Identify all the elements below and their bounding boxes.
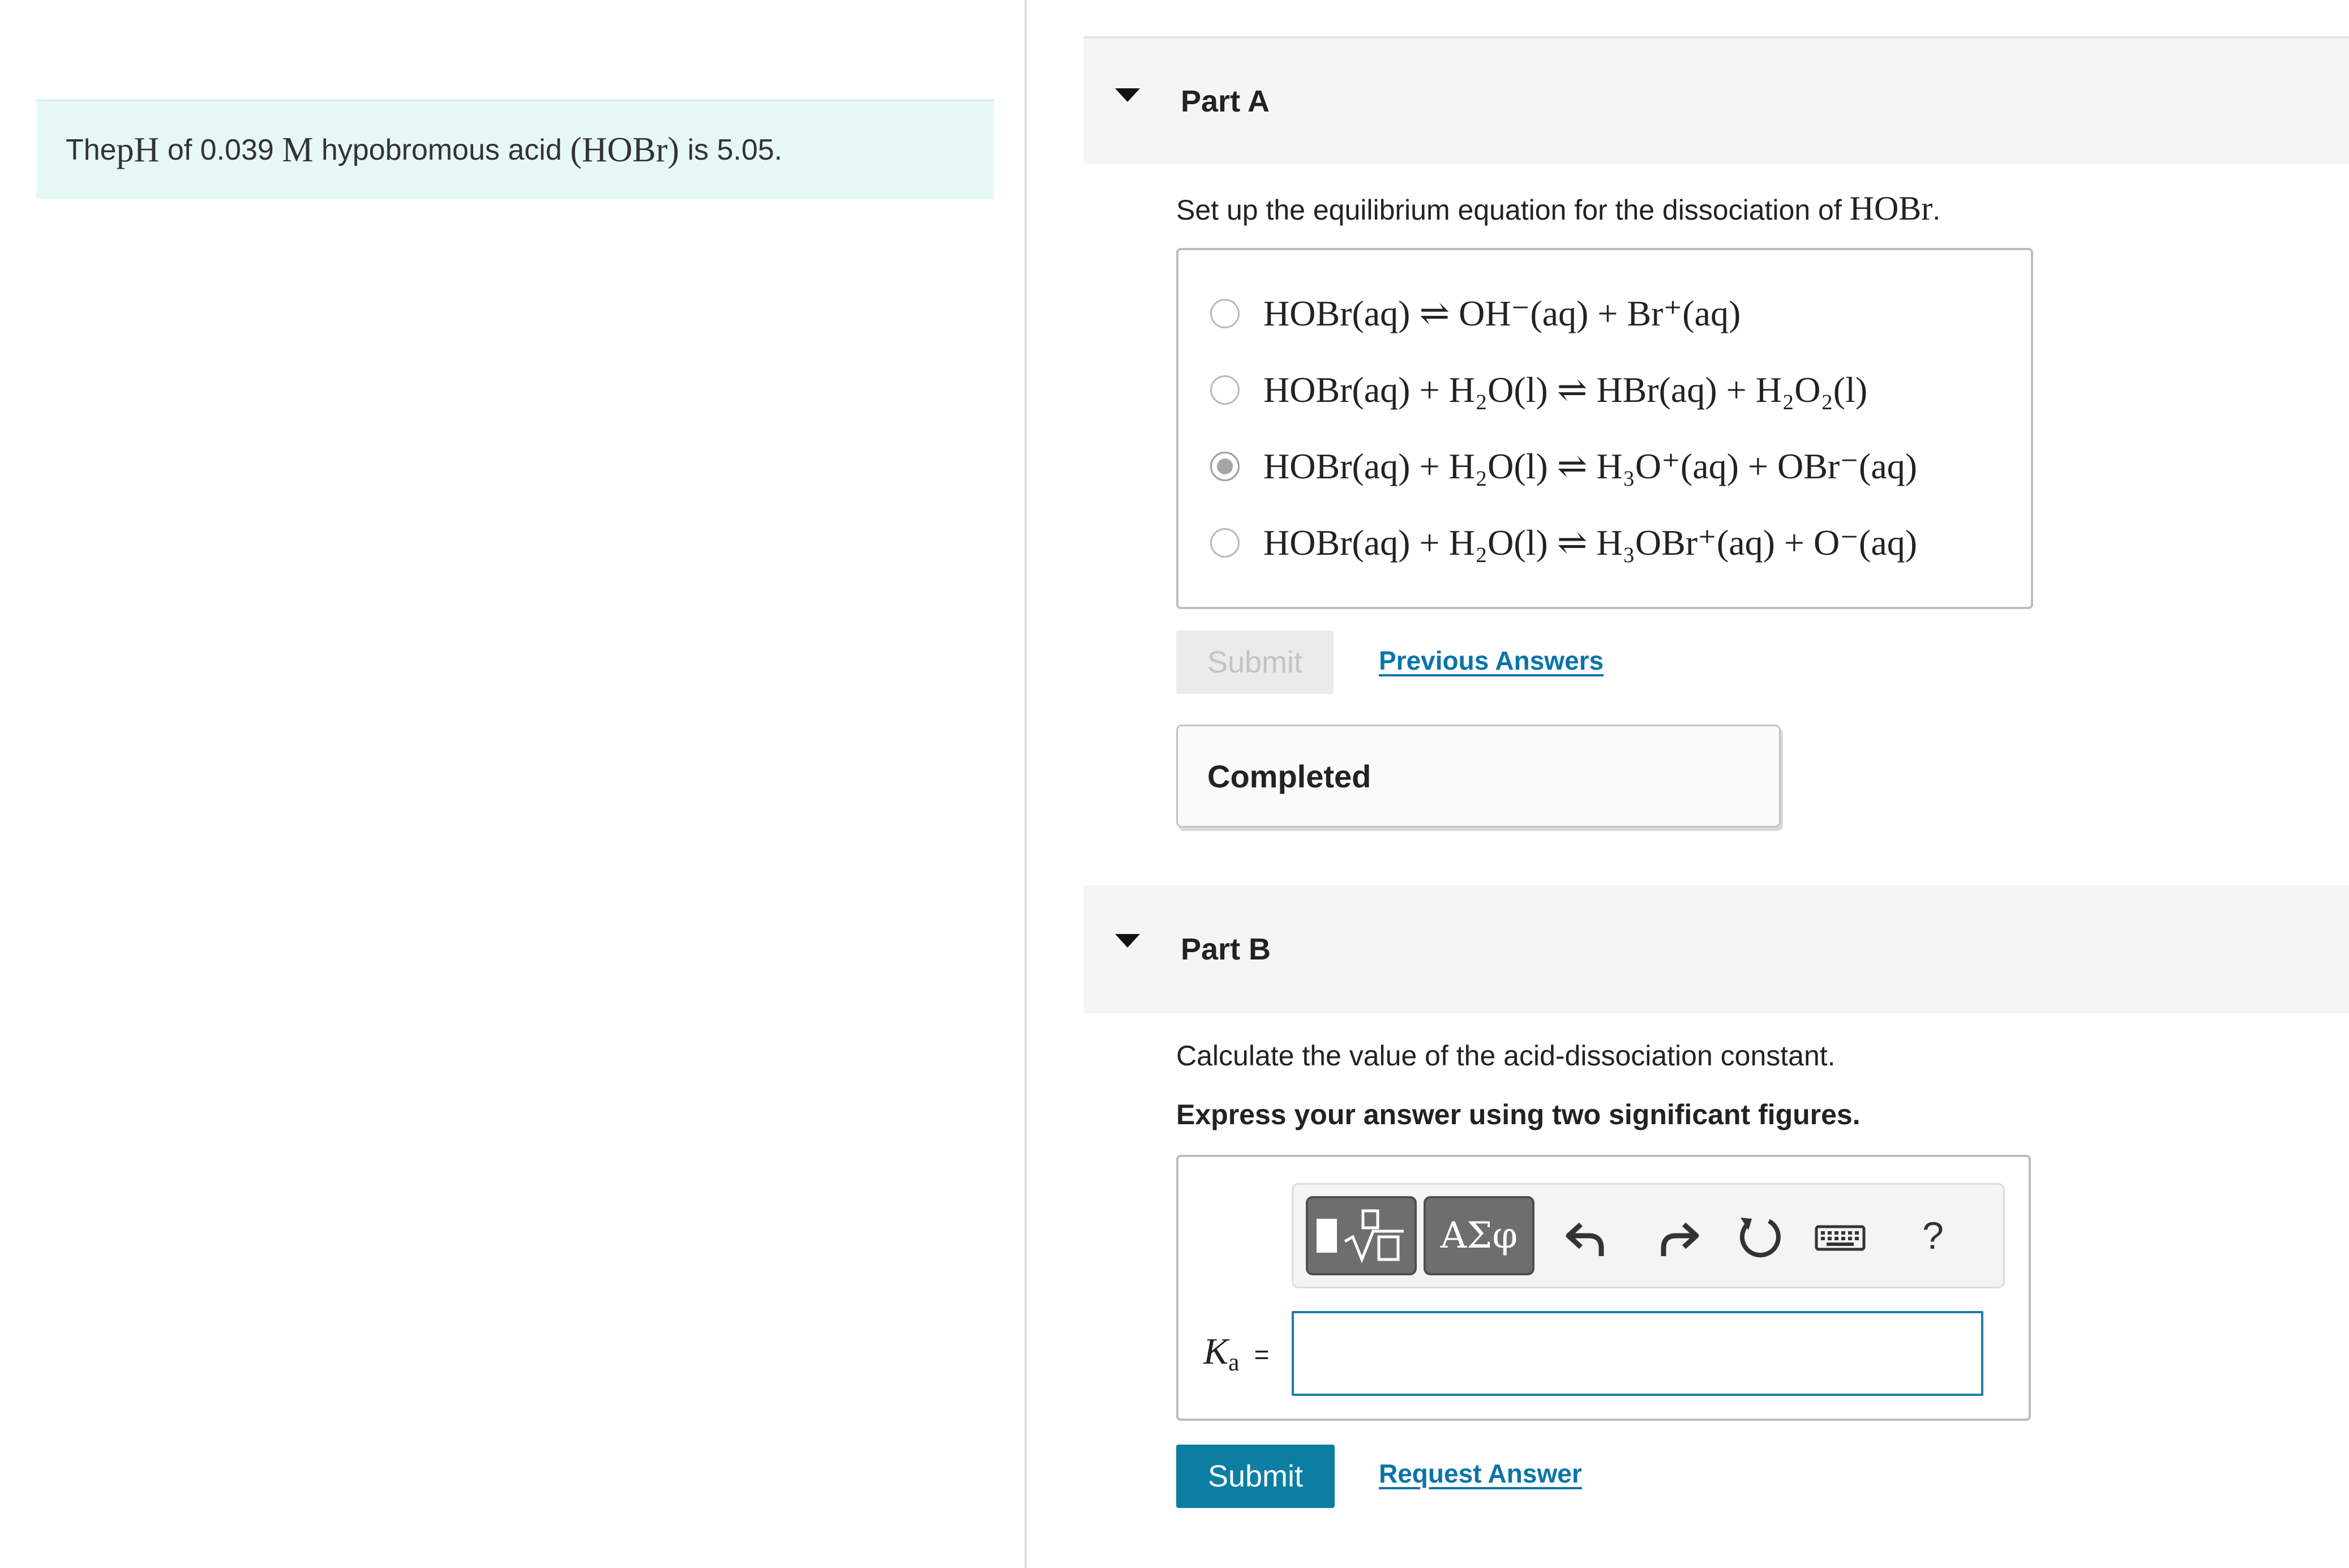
problem-concentration: of 0.039	[159, 134, 282, 166]
problem-value: is 5.05.	[679, 134, 783, 166]
reset-icon[interactable]	[1733, 1210, 1787, 1264]
ka-answer-input[interactable]	[1292, 1311, 1983, 1396]
ph-symbol: pH	[116, 130, 160, 169]
radio-button-selected[interactable]	[1210, 452, 1240, 481]
choice-equation: HOBr(aq) + H₂O(l) ⇌ H₃OBr⁺(aq) + O⁻(aq)	[1263, 522, 1918, 563]
ka-subscript: a	[1228, 1348, 1240, 1376]
caret-down-icon[interactable]	[1115, 934, 1140, 948]
problem-acid-name: hypobromous acid	[313, 134, 571, 166]
ka-label: Ka =	[1203, 1330, 1270, 1376]
pane-divider[interactable]	[1025, 0, 1027, 1568]
keyboard-icon[interactable]	[1813, 1210, 1867, 1264]
part-a-prompt: Set up the equilibrium equation for the …	[1176, 189, 1940, 228]
part-b-title: Part B	[1181, 932, 1271, 966]
ka-symbol: K	[1203, 1331, 1229, 1372]
molar-unit: M	[282, 130, 314, 169]
problem-statement: The pH of 0.039 M hypobromous acid (HOBr…	[36, 100, 994, 199]
choice-equation: HOBr(aq) ⇌ OH⁻(aq) + Br⁺(aq)	[1263, 293, 1741, 333]
choice-option[interactable]: HOBr(aq) ⇌ OH⁻(aq) + Br⁺(aq)	[1210, 291, 1741, 336]
template-icon	[1317, 1209, 1406, 1263]
symbols-button[interactable]: ΑΣφ	[1424, 1196, 1534, 1275]
choice-equation: HOBr(aq) + H₂O(l) ⇌ HBr(aq) + H₂O₂(l)	[1263, 370, 1868, 410]
radio-button[interactable]	[1210, 528, 1240, 558]
choice-option-selected[interactable]: HOBr(aq) + H₂O(l) ⇌ H₃O⁺(aq) + OBr⁻(aq)	[1210, 444, 1917, 489]
request-answer-link[interactable]: Request Answer	[1379, 1458, 1582, 1489]
choices-group: HOBr(aq) ⇌ OH⁻(aq) + Br⁺(aq) HOBr(aq) + …	[1176, 248, 2033, 609]
previous-answers-link[interactable]: Previous Answers	[1379, 645, 1604, 676]
completed-status: Completed	[1176, 725, 1781, 828]
math-toolbar: ΑΣφ ?	[1292, 1183, 2005, 1288]
part-b-prompt: Calculate the value of the acid-dissocia…	[1176, 1040, 1836, 1072]
part-b-instruction: Express your answer using two significan…	[1176, 1099, 1861, 1130]
help-icon[interactable]: ?	[1910, 1207, 1956, 1264]
radio-button[interactable]	[1210, 375, 1240, 405]
choice-option[interactable]: HOBr(aq) + H₂O(l) ⇌ HBr(aq) + H₂O₂(l)	[1210, 367, 1867, 413]
part-a-submit-button[interactable]: Submit	[1176, 631, 1334, 694]
radio-button[interactable]	[1210, 299, 1240, 328]
choice-equation: HOBr(aq) + H₂O(l) ⇌ H₃O⁺(aq) + OBr⁻(aq)	[1263, 446, 1918, 486]
ka-equals: =	[1254, 1340, 1270, 1369]
problem-text-intro: The	[66, 134, 117, 166]
problem-formula: (HOBr)	[570, 130, 680, 169]
part-a-prompt-text: Set up the equilibrium equation for the …	[1176, 194, 1850, 226]
part-a-prompt-formula: HOBr	[1849, 190, 1933, 227]
choice-option[interactable]: HOBr(aq) + H₂O(l) ⇌ H₃OBr⁺(aq) + O⁻(aq)	[1210, 520, 1917, 565]
answer-container: ΑΣφ ? K a =	[1176, 1155, 2031, 1421]
parts-pane: Part A Set up the equilibrium equation f…	[1083, 0, 2349, 1568]
problem-pane: The pH of 0.039 M hypobromous acid (HOBr…	[0, 0, 1025, 1568]
undo-icon[interactable]	[1561, 1210, 1615, 1264]
redo-icon[interactable]	[1650, 1210, 1704, 1264]
caret-down-icon[interactable]	[1115, 88, 1140, 102]
part-b-submit-button[interactable]: Submit	[1176, 1445, 1335, 1508]
part-b-header[interactable]: Part B	[1083, 885, 2349, 1013]
part-a-header[interactable]: Part A	[1083, 36, 2349, 164]
templates-button[interactable]	[1306, 1196, 1417, 1275]
part-a-title: Part A	[1181, 84, 1270, 118]
part-a-prompt-end: .	[1932, 194, 1941, 226]
completed-label: Completed	[1207, 758, 1371, 794]
